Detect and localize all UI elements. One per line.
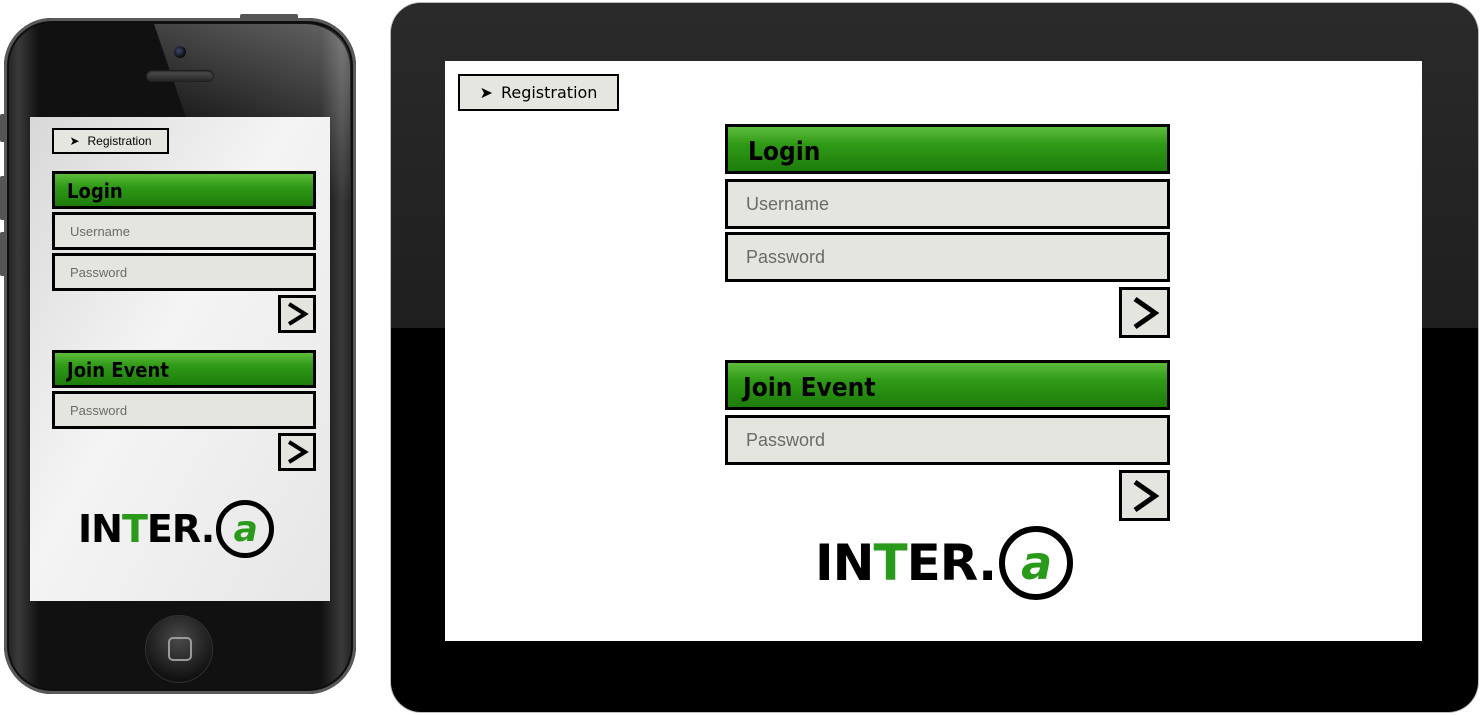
at-sign-icon: a (999, 526, 1074, 600)
join-event-header: Join Event (725, 360, 1170, 410)
username-placeholder: Username (746, 193, 830, 214)
password-input[interactable]: Password (725, 232, 1170, 282)
login-submit-button[interactable] (1119, 287, 1170, 338)
logo-text-in: IN (815, 534, 874, 592)
inter-logo: IN T ER. a (815, 523, 1074, 603)
arrow-right-icon: ➤ (479, 83, 493, 102)
username-input[interactable]: Username (52, 212, 316, 250)
login-title: Login (748, 137, 821, 167)
chevron-right-icon (287, 302, 309, 326)
join-event-submit-button[interactable] (1119, 470, 1170, 521)
logo-text-er: ER. (906, 534, 998, 592)
logo-text-t: T (873, 534, 907, 592)
tablet-device: ➤ Registration Login Username Password J… (391, 3, 1478, 712)
join-event-submit-button[interactable] (278, 433, 316, 471)
registration-label: Registration (500, 83, 598, 102)
event-password-placeholder: Password (70, 402, 128, 418)
chevron-right-icon (1133, 479, 1159, 512)
password-placeholder: Password (70, 264, 128, 280)
event-password-placeholder: Password (746, 429, 826, 450)
join-event-title: Join Event (67, 358, 169, 382)
registration-button[interactable]: ➤ Registration (458, 74, 619, 111)
event-password-input[interactable]: Password (725, 415, 1170, 465)
logo-at-letter: a (1021, 536, 1052, 590)
phone-mute-switch (0, 114, 6, 142)
inter-logo: IN T ER. a (78, 497, 275, 561)
registration-button[interactable]: ➤ Registration (52, 128, 169, 154)
registration-label: Registration (87, 134, 152, 148)
logo-text-in: IN (78, 507, 123, 551)
phone-camera (174, 46, 186, 58)
login-header: Login (725, 124, 1170, 174)
phone-volume-down-button (0, 232, 6, 276)
logo-text-er: ER. (146, 507, 215, 551)
logo-text-t: T (121, 507, 148, 551)
event-password-input[interactable]: Password (52, 391, 316, 429)
login-header: Login (52, 171, 316, 209)
password-placeholder: Password (746, 246, 826, 267)
join-event-title: Join Event (743, 373, 876, 403)
phone-speaker (146, 70, 214, 82)
chevron-right-icon (287, 440, 309, 464)
phone-screen: ➤ Registration Login Username Password J… (30, 117, 330, 601)
join-event-header: Join Event (52, 350, 316, 388)
phone-device: ➤ Registration Login Username Password J… (0, 14, 356, 694)
phone-volume-up-button (0, 176, 6, 220)
home-square-icon (168, 637, 192, 661)
chevron-right-icon (1133, 296, 1159, 329)
tablet-screen: ➤ Registration Login Username Password J… (445, 61, 1422, 641)
password-input[interactable]: Password (52, 253, 316, 291)
phone-home-button (146, 616, 212, 682)
login-title: Login (67, 179, 123, 203)
phone-power-button (240, 14, 298, 20)
username-placeholder: Username (70, 223, 130, 239)
username-input[interactable]: Username (725, 179, 1170, 229)
at-sign-icon: a (216, 500, 275, 558)
login-submit-button[interactable] (278, 295, 316, 333)
arrow-right-icon: ➤ (69, 134, 80, 148)
logo-at-letter: a (233, 508, 258, 550)
